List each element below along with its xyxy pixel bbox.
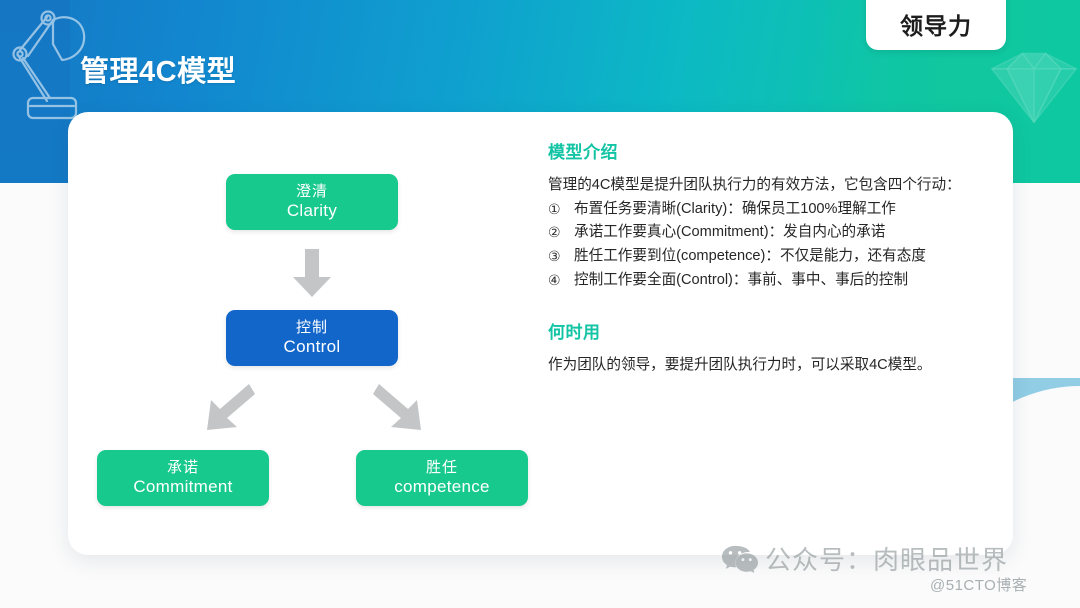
list-item-text: 承诺工作要真心(Commitment)：发自内心的承诺 [574, 224, 886, 241]
flow-box-commitment-cn: 承诺 [166, 459, 199, 477]
text-column: 模型介绍 管理的4C模型是提升团队执行力的有效方法，它包含四个行动： ① 布置任… [548, 138, 998, 378]
flow-box-control-en: Control [283, 337, 341, 357]
when-paragraph: 作为团队的领导，要提升团队执行力时，可以采取4C模型。 [548, 357, 932, 374]
list-item: ④ 控制工作要全面(Control)：事前、事中、事后的控制 [548, 269, 998, 293]
when-heading: 何时用 [548, 323, 601, 343]
list-item: ① 布置任务要清晰(Clarity)：确保员工100%理解工作 [548, 198, 998, 222]
intro-heading: 模型介绍 [548, 143, 618, 162]
flow-box-control[interactable]: 控制 Control [226, 310, 398, 366]
page-title: 管理4C模型 [80, 56, 237, 88]
flow-box-clarity-en: Clarity [286, 201, 338, 221]
list-item-text: 胜任工作要到位(competence)：不仅是能力，还有态度 [574, 247, 926, 264]
flow-box-competence-en: competence [394, 477, 490, 497]
flow-box-competence-cn: 胜任 [425, 459, 458, 477]
flow-box-competence[interactable]: 胜任 competence [356, 450, 528, 506]
intro-paragraph: 管理的4C模型是提升团队执行力的有效方法，它包含四个行动： [548, 177, 961, 193]
slide-canvas: 管理4C模型 领导力 澄清 Clarity 控制 Control 承诺 Comm… [0, 0, 1080, 608]
content-card: 澄清 Clarity 控制 Control 承诺 Commitment 胜任 c… [68, 112, 1013, 555]
category-badge-label: 领导力 [900, 13, 972, 39]
list-item-marker: ② [548, 224, 561, 241]
category-badge[interactable]: 领导力 [866, 0, 1006, 50]
credit-watermark: @51CTO博客 [930, 577, 1028, 594]
list-item: ③ 胜任工作要到位(competence)：不仅是能力，还有态度 [548, 245, 998, 269]
flow-box-commitment[interactable]: 承诺 Commitment [97, 450, 269, 506]
arrow-down-left-icon [207, 384, 255, 430]
action-list: ① 布置任务要清晰(Clarity)：确保员工100%理解工作 ② 承诺工作要真… [548, 198, 998, 293]
list-item-text: 控制工作要全面(Control)：事前、事中、事后的控制 [574, 271, 909, 288]
arrow-down-right-icon [373, 384, 421, 430]
list-item-marker: ④ [548, 271, 561, 288]
flow-diagram: 澄清 Clarity 控制 Control 承诺 Commitment 胜任 c… [68, 112, 533, 555]
list-item: ② 承诺工作要真心(Commitment)：发自内心的承诺 [548, 221, 998, 245]
flow-box-clarity[interactable]: 澄清 Clarity [226, 174, 398, 230]
flow-box-commitment-en: Commitment [133, 477, 233, 497]
list-item-marker: ① [548, 200, 561, 217]
list-item-marker: ③ [548, 247, 561, 264]
flow-box-clarity-cn: 澄清 [295, 183, 328, 201]
arrow-down-icon [293, 249, 331, 297]
list-item-text: 布置任务要清晰(Clarity)：确保员工100%理解工作 [574, 200, 896, 217]
flow-box-control-cn: 控制 [295, 319, 328, 337]
